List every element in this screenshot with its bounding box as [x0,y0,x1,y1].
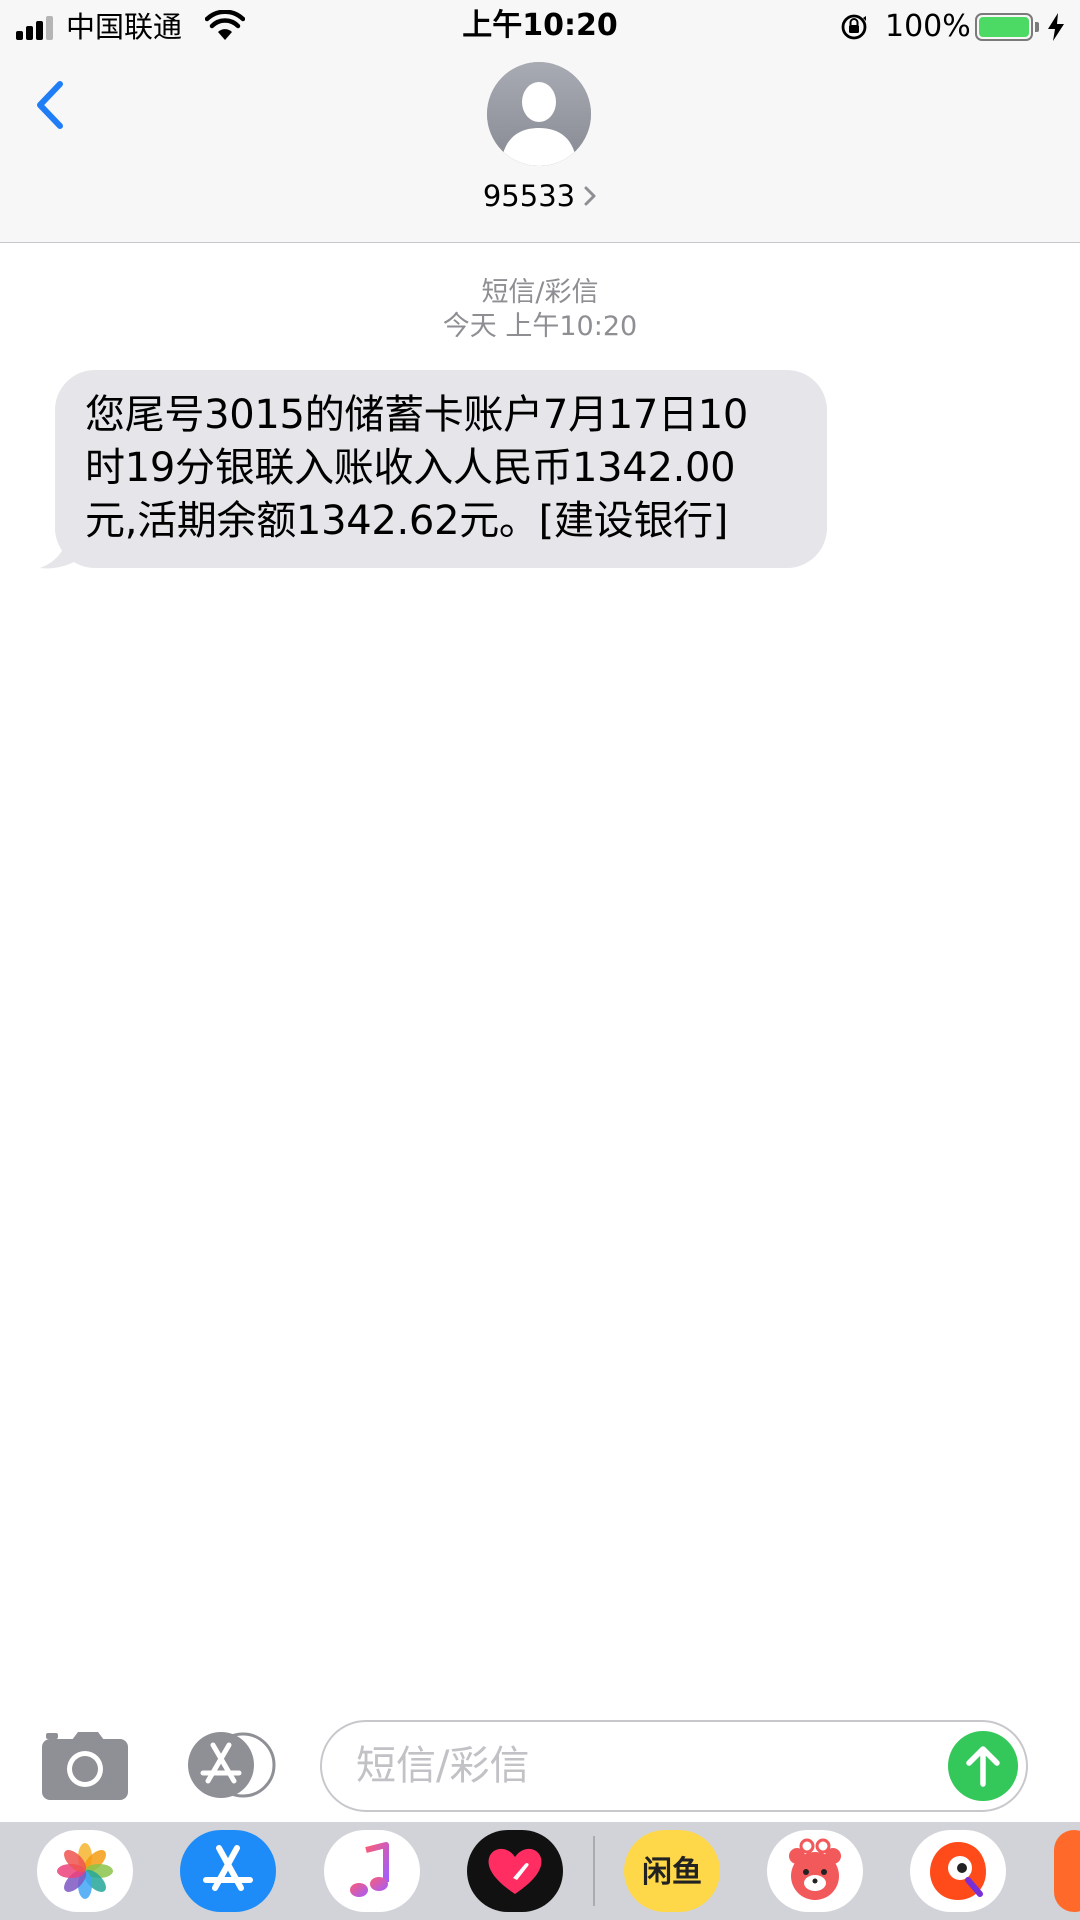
contact-avatar[interactable] [487,62,591,166]
conversation-header: 95533 [0,54,1080,243]
message-timestamp: 今天 上午10:20 [442,311,638,342]
incoming-message-bubble[interactable]: 您尾号3015的储蓄卡账户7月17日10 时19分银联入账收入人民币1342.0… [55,370,827,568]
drawer-divider [593,1836,595,1906]
imessage-app-drawer: 闲鱼 [0,1822,1080,1920]
battery-percent: 100% [885,9,971,44]
message-type-label: 短信/彩信 [481,277,599,308]
messages-screen: 中国联通 上午10:20 100% 95533 短信/彩信 今天 上午10:20… [0,0,1080,1920]
search-bird-icon[interactable] [910,1830,1006,1912]
app-store-icon[interactable] [180,1830,276,1912]
photos-icon[interactable] [37,1830,133,1912]
camera-icon[interactable] [42,1730,128,1800]
app-store-drawer-icon[interactable] [181,1732,277,1798]
message-input[interactable] [356,1736,916,1796]
contact-number: 95533 [482,179,576,213]
charging-bolt-icon [1048,13,1064,41]
battery-icon [975,13,1039,41]
message-line: 时19分银联入账收入人民币1342.00 [85,445,736,491]
arrow-up-icon [966,1746,1000,1787]
digital-touch-icon[interactable] [467,1830,563,1912]
message-compose-field[interactable] [320,1720,1028,1812]
xianyu-label: 闲鱼 [642,1855,702,1890]
message-line: 元,活期余额1342.62元。[建设银行] [85,498,729,544]
chevron-right-icon [584,186,596,206]
music-icon[interactable] [324,1830,420,1912]
back-chevron-icon[interactable] [28,74,72,140]
rotation-lock-icon [841,14,867,40]
bear-sticker-icon[interactable] [767,1830,863,1912]
contact-details-link[interactable]: 95533 [0,176,1080,216]
xianyu-icon[interactable]: 闲鱼 [624,1830,720,1912]
status-bar: 中国联通 上午10:20 100% [0,0,1080,54]
partial-app-icon[interactable] [1054,1830,1080,1912]
person-silhouette-icon [487,62,591,166]
message-line: 您尾号3015的储蓄卡账户7月17日10 [85,392,749,438]
send-button[interactable] [948,1731,1018,1801]
